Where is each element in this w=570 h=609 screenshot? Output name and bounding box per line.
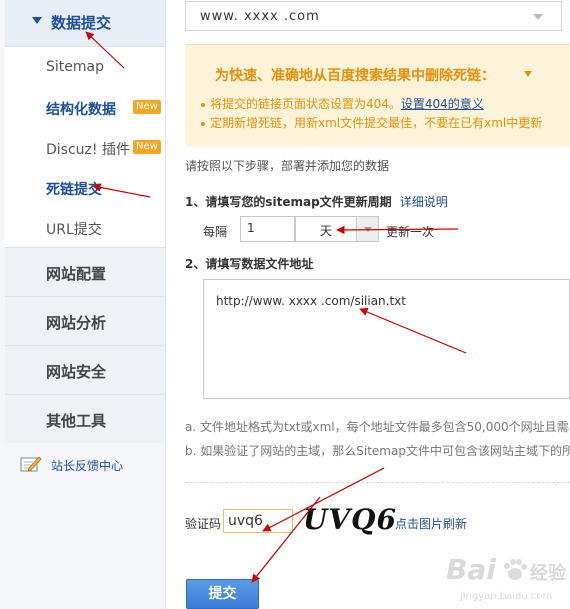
- sidebar: 数据提交 Sitemap 结构化数据 New Discuz! 插件 New 死链…: [0, 0, 166, 609]
- divider: [185, 482, 570, 483]
- sidebar-item-structured-data[interactable]: 结构化数据 New: [5, 87, 165, 127]
- step2-heading: 2、请填写数据文件地址: [185, 257, 314, 271]
- sidebar-item-dead-link-submit[interactable]: 死链提交: [5, 167, 165, 207]
- file-url-value: http://www. xxxx .com/silian.txt: [216, 294, 406, 308]
- sidebar-item-url-submit[interactable]: URL提交: [5, 207, 165, 247]
- note-a: a. 文件地址格式为txt或xml，每个地址文件最多包含50,000个网址且需小…: [185, 420, 570, 434]
- notice-item-text: 将提交的链接页面状态设置为404。: [210, 97, 401, 111]
- paw-icon: [504, 559, 527, 580]
- caret-down-icon: [32, 17, 42, 24]
- file-url-textarea[interactable]: http://www. xxxx .com/silian.txt: [203, 279, 570, 399]
- submit-button[interactable]: 提交: [186, 579, 259, 609]
- new-badge: New: [133, 100, 161, 114]
- bullet-icon: [201, 102, 205, 107]
- sidebar-item-label: URL提交: [46, 222, 102, 238]
- cycle-prefix: 每隔: [203, 225, 228, 239]
- sidebar-header-label: 数据提交: [51, 14, 112, 32]
- sidebar-item-label: 结构化数据: [46, 102, 116, 118]
- site-select-value: www. xxxx .com: [200, 9, 320, 24]
- captcha-refresh-link[interactable]: 点击图片刷新: [395, 515, 467, 532]
- cycle-suffix: 更新一次: [386, 225, 435, 239]
- cycle-unit-select[interactable]: 天: [295, 216, 379, 242]
- details-link[interactable]: 详细说明: [400, 195, 448, 209]
- sidebar-item-label: Sitemap: [46, 59, 104, 75]
- dropdown-button[interactable]: [356, 217, 378, 241]
- sidebar-group-label: 网站配置: [46, 265, 107, 283]
- caret-down-icon[interactable]: [524, 71, 532, 77]
- sidebar-item-label: Discuz! 插件: [46, 142, 130, 158]
- sidebar-item-data-submit[interactable]: 数据提交: [5, 0, 165, 47]
- sidebar-item-discuz-plugin[interactable]: Discuz! 插件 New: [5, 127, 165, 167]
- sidebar-item-label: 死链提交: [46, 182, 102, 198]
- notice-box: 为快速、准确地从百度搜索结果中删除死链： 将提交的链接页面状态设置为404。设置…: [185, 44, 570, 146]
- step1-heading: 1、请填写您的sitemap文件更新周期 详细说明: [185, 193, 448, 210]
- captcha-input[interactable]: uvq6: [223, 509, 293, 533]
- site-select[interactable]: www. xxxx .com: [185, 1, 562, 31]
- watermark-suffix: 经验: [530, 563, 566, 584]
- main-content: www. xxxx .com 为快速、准确地从百度搜索结果中删除死链： 将提交的…: [166, 0, 570, 609]
- sidebar-group-site-security[interactable]: 网站安全: [5, 345, 165, 394]
- baidu-jingyan-watermark: Bai 经验 jingyan.baidu.com: [442, 549, 570, 607]
- note-b: b. 如果验证了网站的主域，那么Sitemap文件中可包含该网站主域下的所有: [185, 444, 570, 458]
- bullet-icon: [201, 121, 205, 126]
- step1-label: 1、请填写您的sitemap文件更新周期: [185, 195, 392, 209]
- sidebar-group-site-config[interactable]: 网站配置: [5, 247, 165, 296]
- captcha-image[interactable]: UVQ6: [303, 503, 396, 537]
- sidebar-group-label: 网站安全: [46, 363, 107, 381]
- captcha-image-text: UVQ6: [303, 503, 398, 536]
- feedback-pencil-icon: [20, 456, 42, 472]
- chevron-down-icon: [364, 227, 372, 232]
- notice-item-404: 将提交的链接页面状态设置为404。设置404的意义: [201, 95, 484, 112]
- cycle-unit-value: 天: [320, 224, 333, 238]
- captcha-label: 验证码: [185, 517, 222, 531]
- sidebar-item-sitemap[interactable]: Sitemap: [5, 47, 165, 87]
- chevron-down-icon: [533, 14, 543, 20]
- feedback-label: 站长反馈中心: [51, 459, 124, 473]
- sidebar-group-other-tools[interactable]: 其他工具: [5, 394, 165, 443]
- new-badge: New: [133, 140, 161, 154]
- sidebar-group-site-analysis[interactable]: 网站分析: [5, 296, 165, 345]
- notice-item-xml: 定期新增死链，用新xml文件提交最佳，不要在已有xml中更新: [201, 114, 542, 131]
- sidebar-group-label: 其他工具: [46, 412, 107, 430]
- cycle-number-input[interactable]: 1: [240, 216, 295, 242]
- notice-title: 为快速、准确地从百度搜索结果中删除死链：: [215, 68, 495, 84]
- watermark-text: Bai: [446, 553, 496, 586]
- notice-item-text: 定期新增死链，用新xml文件提交最佳，不要在已有xml中更新: [210, 116, 543, 130]
- sidebar-group-label: 网站分析: [46, 314, 107, 332]
- intro-text: 请按照以下步骤，部署并添加您的数据: [185, 159, 390, 173]
- 404-meaning-link[interactable]: 设置404的意义: [401, 97, 484, 111]
- watermark-url: jingyan.baidu.com: [460, 591, 553, 602]
